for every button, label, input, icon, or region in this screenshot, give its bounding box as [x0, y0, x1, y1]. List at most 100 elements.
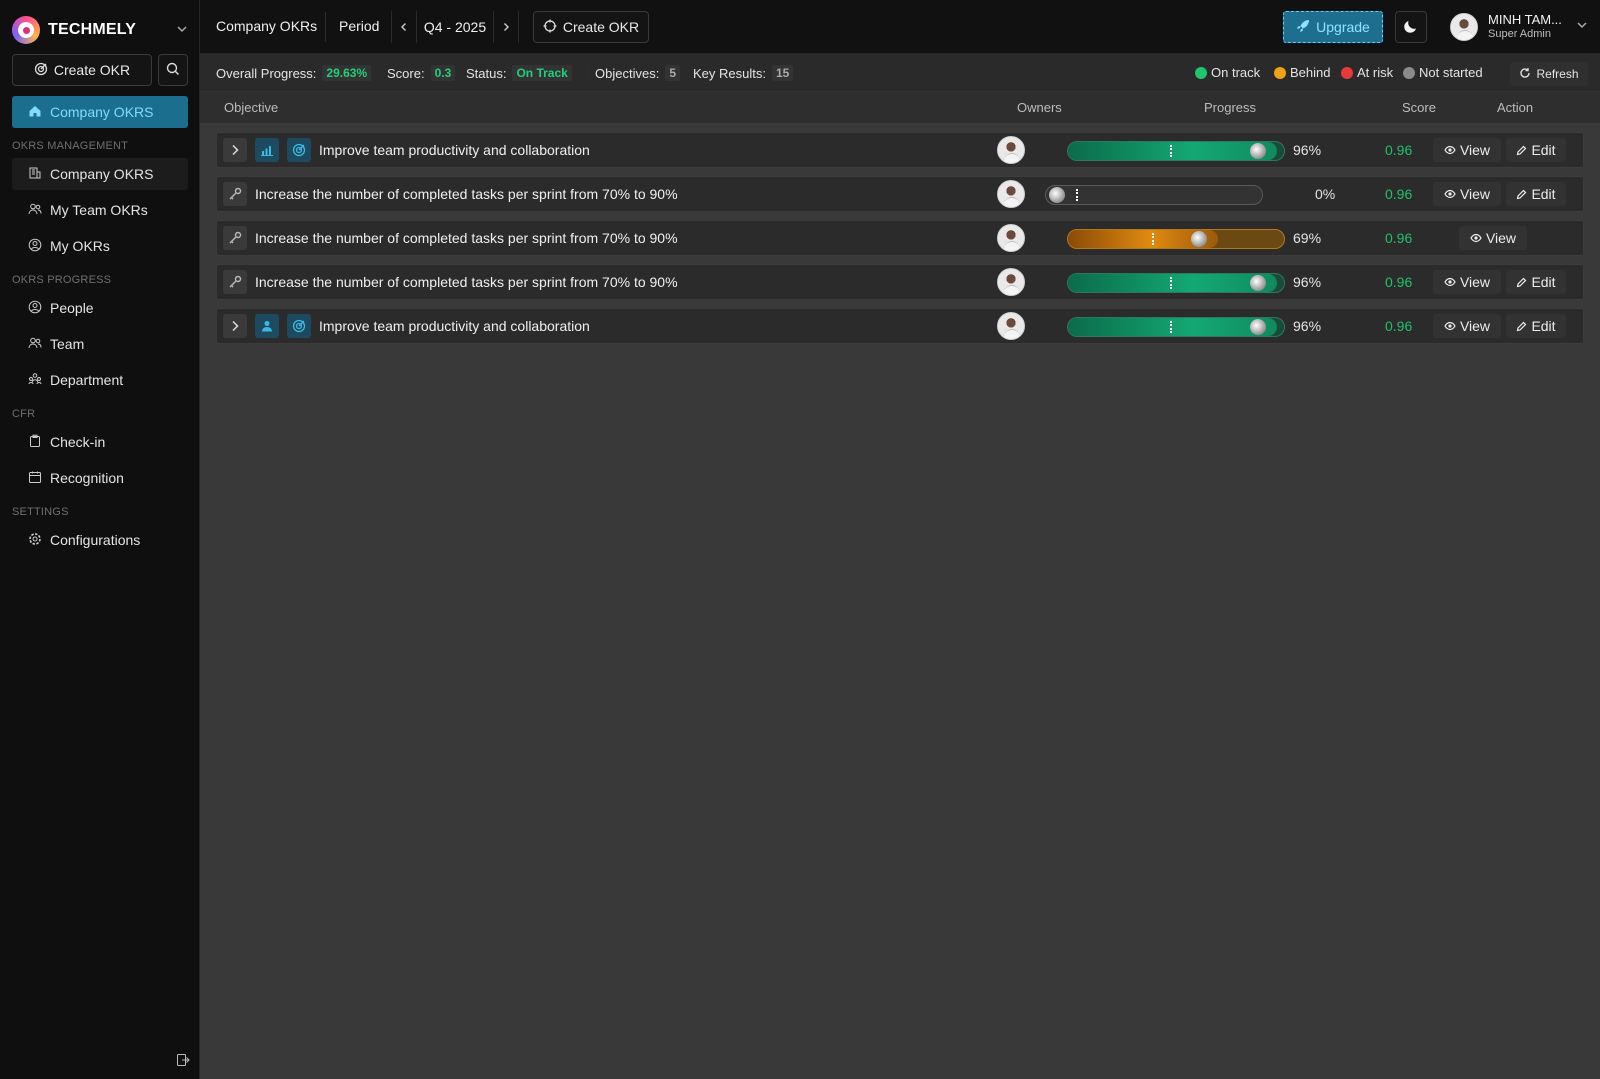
view-label: View	[1459, 274, 1491, 290]
sidebar: TECHMELY Create OKR Company OKRS OKRS MA…	[0, 0, 200, 1079]
progress-handle[interactable]	[1191, 231, 1207, 247]
key-results-label: Key Results:	[693, 65, 766, 81]
brand-switcher[interactable]: TECHMELY	[12, 14, 188, 46]
sidebar-create-okr-button[interactable]: Create OKR	[12, 54, 152, 86]
key-result-row[interactable]: Increase the number of completed tasks p…	[216, 264, 1584, 300]
user-circle-icon	[28, 300, 42, 317]
view-button[interactable]: View	[1433, 138, 1501, 162]
overall-progress-label: Overall Progress:	[216, 65, 317, 81]
refresh-label: Refresh	[1536, 67, 1579, 81]
view-button[interactable]: View	[1433, 270, 1501, 294]
row-title[interactable]: Increase the number of completed tasks p…	[255, 274, 678, 290]
row-title[interactable]: Improve team productivity and collaborat…	[319, 318, 590, 334]
view-button[interactable]: View	[1459, 226, 1527, 250]
column-header-score[interactable]: Score	[1402, 100, 1436, 115]
column-header-action[interactable]: Action	[1497, 100, 1533, 115]
objective-row[interactable]: Improve team productivity and collaborat…	[216, 132, 1584, 168]
sidebar-item-my-team-okrs[interactable]: My Team OKRs	[12, 194, 188, 226]
edit-button[interactable]: Edit	[1506, 182, 1566, 206]
key-result-row[interactable]: Increase the number of completed tasks p…	[216, 220, 1584, 256]
owner-avatar[interactable]	[997, 180, 1025, 208]
create-okr-button[interactable]: Create OKR	[533, 11, 649, 43]
home-icon	[28, 104, 42, 121]
sidebar-item-company-okrs-active[interactable]: Company OKRS	[12, 96, 188, 128]
orange-dot-icon	[1274, 66, 1286, 79]
row-title[interactable]: Increase the number of completed tasks p…	[255, 186, 678, 202]
logout-icon[interactable]	[176, 1053, 190, 1067]
clipboard-icon	[28, 434, 42, 451]
sidebar-item-people[interactable]: People	[12, 292, 188, 324]
legend-label: Behind	[1290, 65, 1331, 80]
team-icon	[28, 202, 42, 219]
objectives-label: Objectives:	[595, 65, 660, 81]
pencil-icon	[1517, 145, 1527, 155]
owner-avatar[interactable]	[997, 136, 1025, 164]
stats-bar: Overall Progress: 29.63% Score: 0.3 Stat…	[200, 54, 1600, 92]
user-name: MINH TAM...	[1488, 12, 1562, 27]
expand-button[interactable]	[223, 314, 247, 338]
overall-progress-stat: Overall Progress: 29.63%	[216, 65, 372, 81]
section-cfr: CFR	[12, 408, 36, 420]
edit-label: Edit	[1531, 142, 1556, 158]
theme-toggle-button[interactable]	[1395, 11, 1427, 43]
view-label: View	[1459, 318, 1491, 334]
next-period-button[interactable]	[493, 11, 519, 43]
progress-handle[interactable]	[1250, 143, 1266, 159]
column-header-objective[interactable]: Objective	[224, 100, 278, 115]
period-value[interactable]: Q4 - 2025	[417, 19, 493, 35]
owner-avatar[interactable]	[997, 224, 1025, 252]
person-icon	[255, 314, 279, 338]
sidebar-search-button[interactable]	[158, 54, 188, 86]
objective-row[interactable]: Improve team productivity and collaborat…	[216, 308, 1584, 344]
sidebar-item-company-okrs[interactable]: Company OKRS	[12, 158, 188, 190]
legend-label: Not started	[1419, 65, 1483, 80]
overall-progress-value: 29.63%	[322, 65, 372, 81]
column-header-progress[interactable]: Progress	[1204, 100, 1256, 115]
progress-fill	[1068, 142, 1277, 160]
edit-button[interactable]: Edit	[1506, 270, 1566, 294]
user-circle-icon	[28, 238, 42, 255]
eye-icon	[1444, 145, 1456, 155]
target-marker	[1170, 145, 1172, 157]
sidebar-item-recognition[interactable]: Recognition	[12, 462, 188, 494]
sidebar-item-department[interactable]: Department	[12, 364, 188, 396]
brand-logo	[12, 16, 40, 44]
edit-button[interactable]: Edit	[1506, 314, 1566, 338]
sidebar-item-configurations[interactable]: Configurations	[12, 524, 188, 556]
view-label: View	[1485, 230, 1517, 246]
rocket-icon	[1296, 19, 1310, 36]
sidebar-item-label: People	[50, 300, 94, 316]
prev-period-button[interactable]	[391, 11, 417, 43]
edit-button[interactable]: Edit	[1506, 138, 1566, 162]
section-okrs-progress: OKRS PROGRESS	[12, 274, 112, 286]
row-title[interactable]: Increase the number of completed tasks p…	[255, 230, 678, 246]
target-marker	[1152, 233, 1154, 245]
progress-handle[interactable]	[1049, 187, 1065, 203]
sidebar-item-label: Team	[50, 336, 85, 352]
key-result-row[interactable]: Increase the number of completed tasks p…	[216, 176, 1584, 212]
progress-handle[interactable]	[1250, 275, 1266, 291]
sidebar-item-team[interactable]: Team	[12, 328, 188, 360]
progress-percent: 96%	[1293, 142, 1322, 158]
owner-avatar[interactable]	[997, 312, 1025, 340]
sidebar-item-label: My Team OKRs	[50, 202, 148, 218]
expand-button[interactable]	[223, 138, 247, 162]
progress-handle[interactable]	[1250, 319, 1266, 335]
view-button[interactable]: View	[1433, 182, 1501, 206]
upgrade-button[interactable]: Upgrade	[1283, 11, 1383, 43]
sidebar-item-check-in[interactable]: Check-in	[12, 426, 188, 458]
sidebar-item-my-okrs[interactable]: My OKRs	[12, 230, 188, 262]
user-menu[interactable]: MINH TAM... Super Admin	[1450, 12, 1588, 41]
department-icon	[28, 372, 42, 389]
gear-icon	[28, 532, 42, 549]
row-title[interactable]: Improve team productivity and collaborat…	[319, 142, 590, 158]
column-header-owners[interactable]: Owners	[1017, 100, 1062, 115]
red-dot-icon	[1341, 66, 1353, 79]
view-button[interactable]: View	[1433, 314, 1501, 338]
legend-label: On track	[1211, 65, 1261, 80]
owner-avatar[interactable]	[997, 268, 1025, 296]
section-okrs-management: OKRS MANAGEMENT	[12, 140, 129, 152]
refresh-icon	[1519, 67, 1531, 82]
progress-bar	[1067, 229, 1285, 249]
refresh-button[interactable]: Refresh	[1510, 62, 1588, 86]
